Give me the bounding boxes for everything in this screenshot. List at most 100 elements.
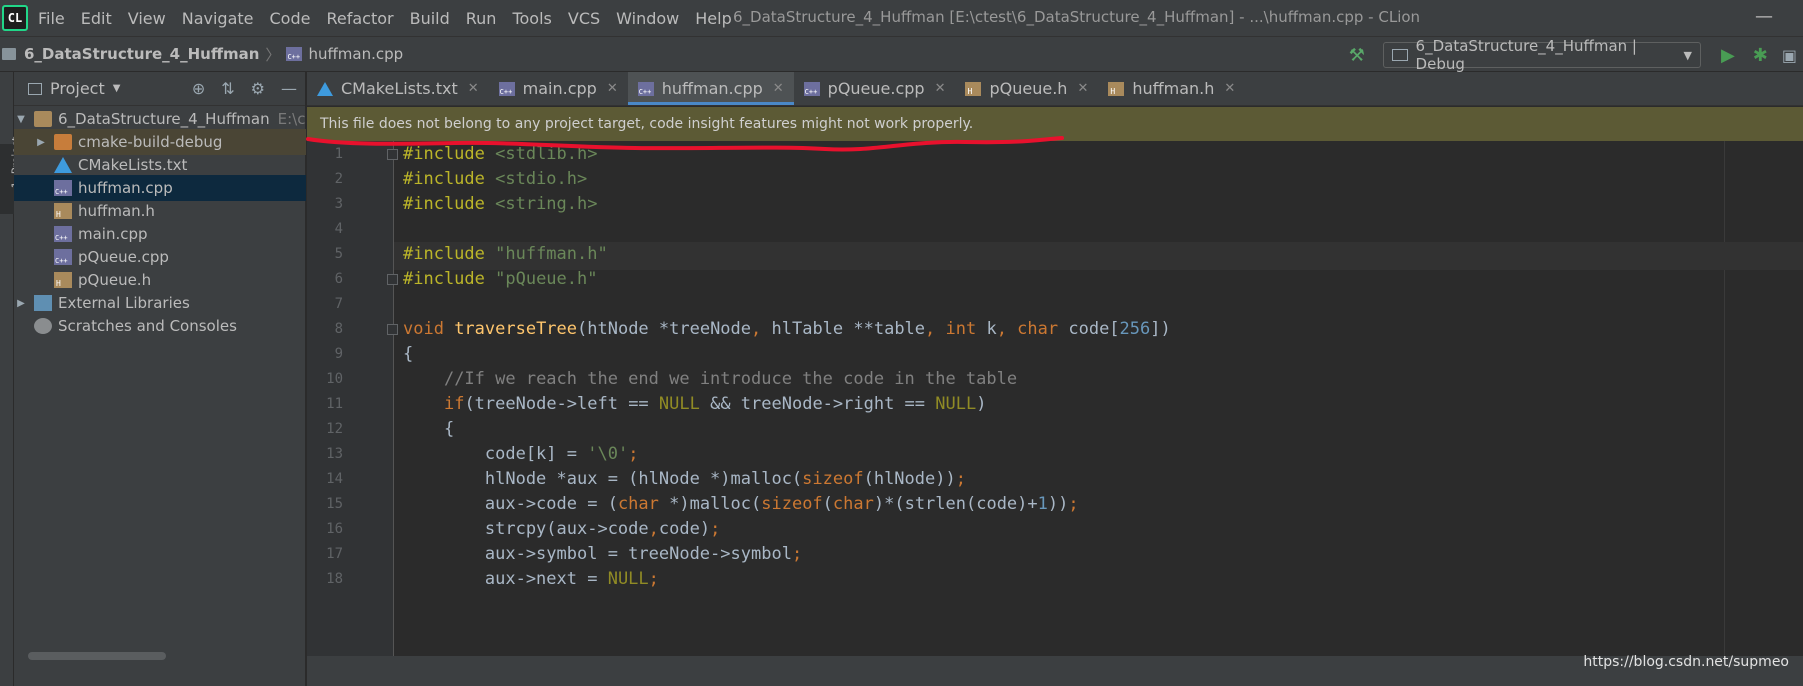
run-configuration-label: 6_DataStructure_4_Huffman | Debug [1415, 37, 1637, 73]
tab-cmakelists[interactable]: CMakeLists.txt ✕ [307, 72, 489, 105]
line-number: 2 [334, 171, 343, 187]
build-hammer-icon[interactable]: ⚒ [1349, 45, 1365, 66]
menu-code[interactable]: Code [270, 9, 311, 28]
line-number: 10 [326, 371, 343, 387]
line-number: 4 [334, 221, 343, 237]
fold-marker-icon[interactable] [387, 324, 398, 335]
tab-label: CMakeLists.txt [341, 79, 458, 98]
code-token: #include [403, 144, 496, 164]
code-token: ( [822, 494, 833, 514]
project-panel-title[interactable]: Project [50, 79, 105, 98]
code-token: ; [628, 444, 639, 464]
code-token: strcpy(aux->code [403, 519, 649, 539]
locate-file-icon[interactable]: ⊕ [192, 79, 205, 98]
code-line: aux->symbol = treeNode->symbol; [403, 544, 802, 564]
tab-pqueue-cpp[interactable]: pQueue.cpp ✕ [794, 72, 956, 105]
code-line: #include "huffman.h" [403, 244, 608, 264]
code-token: ; [955, 469, 966, 489]
folder-icon [54, 134, 72, 150]
code-token: ) [976, 394, 987, 414]
cpp-file-icon [54, 180, 72, 196]
code-token: '\0' [587, 444, 629, 464]
line-number: 17 [326, 546, 343, 562]
gear-icon[interactable]: ⚙ [251, 79, 265, 98]
code-token: //If we reach the end we introduce the c… [443, 369, 1018, 389]
chevron-down-icon[interactable]: ▼ [113, 83, 121, 94]
collapsed-arrow-icon[interactable]: ▶ [34, 137, 48, 148]
line-number: 5 [334, 246, 343, 262]
code-token: 1 [1037, 494, 1048, 514]
code-line: aux->next = NULL; [403, 569, 659, 589]
code-token: && treeNode->right == [699, 394, 936, 414]
menu-build[interactable]: Build [410, 9, 450, 28]
menu-tools[interactable]: Tools [512, 9, 551, 28]
breadcrumb-file[interactable]: huffman.cpp [308, 45, 403, 63]
code-line: hlNode *aux = (hlNode *)malloc(sizeof(hl… [403, 469, 966, 489]
breadcrumb-project[interactable]: 6_DataStructure_4_Huffman [24, 45, 259, 63]
close-icon[interactable]: ✕ [1224, 81, 1235, 96]
tab-huffman-h[interactable]: huffman.h ✕ [1098, 72, 1245, 105]
chevron-down-icon: ▼ [1683, 48, 1692, 62]
menu-edit[interactable]: Edit [81, 9, 112, 28]
debug-bug-icon[interactable]: ✱ [1753, 45, 1768, 66]
run-configuration-select[interactable]: 6_DataStructure_4_Huffman | Debug ▼ [1382, 37, 1701, 73]
line-number: 18 [326, 571, 343, 587]
menu-view[interactable]: View [128, 9, 166, 28]
tree-item-label: pQueue.cpp [78, 248, 169, 266]
close-icon[interactable]: ✕ [1077, 81, 1088, 96]
code-token: ; [1068, 494, 1079, 514]
code-token: k [986, 319, 997, 339]
tree-item-label: CMakeLists.txt [78, 156, 188, 174]
run-icon[interactable]: ▶ [1721, 45, 1735, 66]
tab-main-cpp[interactable]: main.cpp ✕ [489, 72, 628, 105]
clion-logo-icon: CL [2, 5, 28, 31]
menu-file[interactable]: File [38, 9, 65, 28]
close-icon[interactable]: ✕ [935, 81, 946, 96]
project-view-icon [28, 82, 42, 95]
right-margin-guide [1724, 141, 1725, 656]
menu-help[interactable]: Help [695, 9, 731, 28]
code-token: sizeof [802, 469, 864, 489]
code-line: #include "pQueue.h" [403, 269, 597, 289]
coverage-icon[interactable]: ▣ [1782, 46, 1797, 65]
fold-marker-icon[interactable] [387, 274, 398, 285]
code-line: #include <string.h> [403, 194, 597, 214]
close-icon[interactable]: ✕ [607, 81, 618, 96]
tree-item-label: 6_DataStructure_4_Huffman [58, 110, 270, 128]
project-panel-header: Project ▼ ⊕ ⇅ ⚙ — [14, 72, 305, 106]
cmake-icon [317, 81, 333, 96]
minimize-icon[interactable]: — [1755, 6, 1773, 27]
expanded-arrow-icon[interactable]: ▼ [14, 114, 28, 125]
menu-navigate[interactable]: Navigate [182, 9, 254, 28]
close-icon[interactable]: ✕ [773, 81, 784, 96]
hide-panel-icon[interactable]: — [281, 79, 297, 98]
menu-run[interactable]: Run [466, 9, 497, 28]
tree-item-scratches[interactable]: Scratches and Consoles [14, 313, 306, 339]
code-token: "huffman.h" [495, 244, 608, 264]
code-token: traverseTree [454, 319, 578, 339]
cpp-file-icon [54, 249, 72, 265]
project-target-warning-banner: This file does not belong to any project… [307, 107, 1803, 141]
code-line: void traverseTree(htNode *treeNode, hlTa… [403, 319, 1171, 339]
collapse-all-icon[interactable]: ⇅ [221, 79, 234, 98]
fold-marker-icon[interactable] [387, 149, 398, 160]
code-token: , int [925, 319, 987, 339]
horizontal-scrollbar[interactable] [28, 652, 166, 660]
header-file-icon [54, 203, 72, 219]
code-token: (treeNode->left == [464, 394, 659, 414]
code-token: <string.h> [495, 194, 598, 214]
code-editor[interactable]: 1 2 3 4 5 6 7 8 9 10 11 12 13 14 15 16 17 18 #include <st… [307, 141, 1803, 656]
close-icon[interactable]: ✕ [468, 81, 479, 96]
tab-label: huffman.h [1132, 79, 1215, 98]
tab-huffman-cpp[interactable]: huffman.cpp ✕ [627, 72, 794, 105]
line-number: 13 [326, 446, 343, 462]
menu-refactor[interactable]: Refactor [326, 9, 393, 28]
code-token: char [832, 494, 874, 514]
menu-window[interactable]: Window [616, 9, 679, 28]
tab-pqueue-h[interactable]: pQueue.h ✕ [955, 72, 1098, 105]
code-token: NULL [607, 569, 649, 589]
menu-vcs[interactable]: VCS [568, 9, 600, 28]
line-number: 6 [334, 271, 343, 287]
folder-icon [34, 111, 52, 127]
collapsed-arrow-icon[interactable]: ▶ [14, 298, 28, 309]
